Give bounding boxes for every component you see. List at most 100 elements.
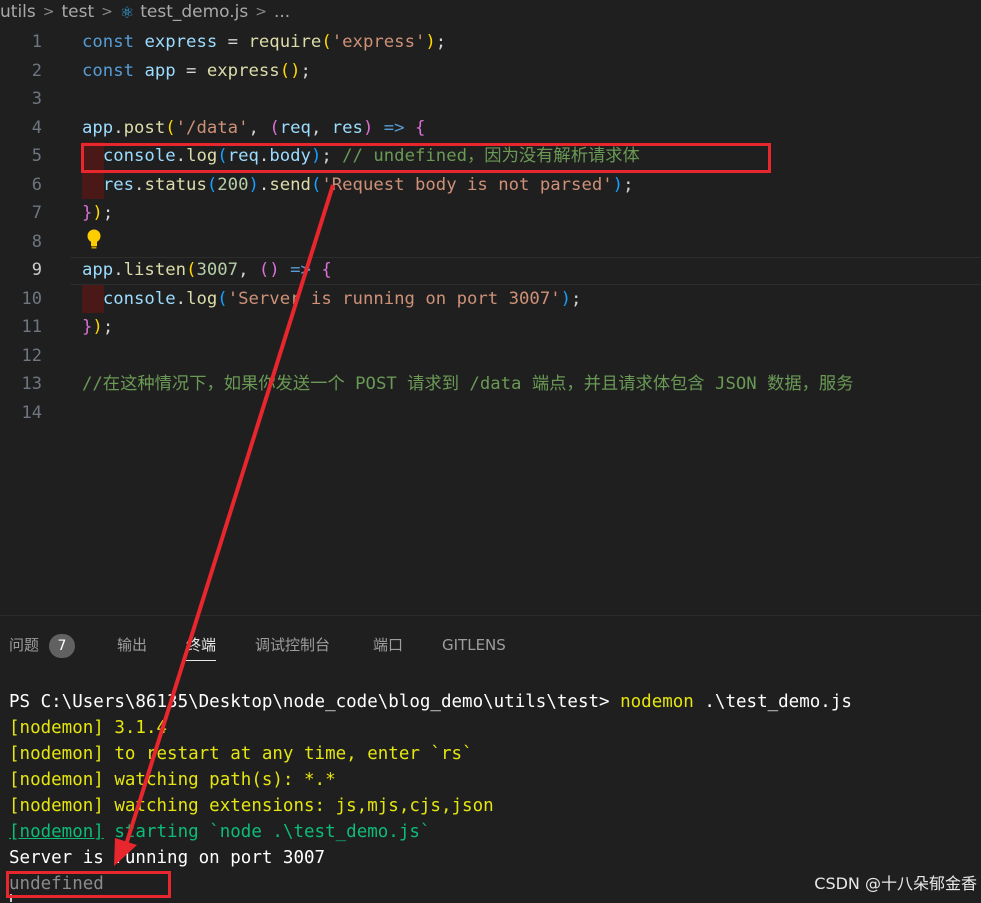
code-token: status xyxy=(144,174,207,195)
code-token: . xyxy=(258,174,270,195)
code-token: ( xyxy=(186,260,197,280)
code-token: send xyxy=(269,174,311,195)
code-text: //在这种情况下，如果你发送一个 POST 请求到 /data 端点，并且请求体… xyxy=(82,370,854,399)
code-line[interactable]: 3 xyxy=(0,85,981,114)
code-token: ( xyxy=(269,117,280,138)
code-token: , xyxy=(310,117,332,138)
code-token: ( xyxy=(165,117,176,138)
tab-ports[interactable]: 端口 xyxy=(373,630,403,660)
code-line[interactable]: 6 res.status(200).send('Request body is … xyxy=(0,170,981,199)
tab-debug-console[interactable]: 调试控制台 xyxy=(255,630,330,660)
code-line[interactable]: 9 app.listen(3007, () => { xyxy=(0,256,981,285)
code-line[interactable]: 2 const app = express(); xyxy=(0,57,981,86)
tab-terminal[interactable]: 终端 xyxy=(186,630,217,661)
code-token: } xyxy=(82,317,93,337)
terminal-output[interactable]: PS C:\Users\86135\Desktop\node_code\blog… xyxy=(9,689,852,897)
tab-output[interactable]: 输出 xyxy=(117,630,147,660)
code-token: () xyxy=(258,260,280,280)
code-token: ; xyxy=(623,174,634,195)
terminal-text: .\test_demo.js xyxy=(693,692,852,712)
code-token: post xyxy=(123,117,166,138)
code-line[interactable]: 10 console.log('Server is running on por… xyxy=(0,284,981,314)
code-token: = xyxy=(175,60,207,81)
line-number: 1 xyxy=(31,32,42,52)
breadcrumb-item-file[interactable]: test_demo.js xyxy=(140,2,248,22)
line-number: 4 xyxy=(31,117,42,138)
breadcrumb-item-more[interactable]: ... xyxy=(274,2,290,22)
lightbulb-icon[interactable] xyxy=(85,228,103,250)
watermark: CSDN @十八朵郁金香 xyxy=(814,874,977,893)
line-number: 12 xyxy=(21,345,42,366)
code-token: '/data' xyxy=(175,117,249,138)
breadcrumb: utils > test > ⚛ test_demo.js > ... xyxy=(0,0,981,24)
terminal-text: Server is running on port 3007 xyxy=(9,848,326,868)
code-token: . xyxy=(113,117,124,138)
problems-count-badge: 7 xyxy=(49,633,76,658)
code-token: 'Server is running on port 3007' xyxy=(227,288,561,309)
line-number: 13 xyxy=(21,374,42,394)
code-token: const xyxy=(82,60,135,81)
code-text: }); xyxy=(82,313,113,342)
terminal-text: [nodemon] watching extensions: js,mjs,cj… xyxy=(9,796,494,816)
code-text: console.log('Server is running on port 3… xyxy=(82,285,582,314)
code-editor[interactable]: 1 const express = require('express'); 2 con… xyxy=(0,28,981,427)
code-text: const app = express(); xyxy=(82,57,311,86)
line-number: 8 xyxy=(31,231,42,252)
tab-gitlens-label: GITLENS xyxy=(442,636,506,654)
terminal-text: PS C:\Users\86135\Desktop\node_code\blog… xyxy=(9,692,621,712)
terminal-text: [nodemon] xyxy=(9,822,104,842)
terminal-text: starting `node .\test_demo.js` xyxy=(103,822,431,842)
annotation-box-code xyxy=(81,143,771,173)
tab-gitlens[interactable]: GITLENS xyxy=(442,630,506,660)
bottom-panel: 问题 7 输出 终端 调试控制台 端口 GITLENS PS C:\Users\8… xyxy=(0,615,981,903)
line-number: 11 xyxy=(21,317,42,337)
tab-output-label: 输出 xyxy=(117,636,148,654)
code-token: ) xyxy=(92,203,103,223)
code-token: app xyxy=(82,117,114,138)
code-token: ) xyxy=(425,32,436,52)
code-token: () xyxy=(279,60,301,81)
code-token: => xyxy=(290,260,311,280)
code-token: app xyxy=(144,60,176,81)
line-number: 5 xyxy=(31,146,42,166)
code-line[interactable]: 4 app.post('/data', (req, res) => { xyxy=(0,114,981,143)
code-line[interactable]: 13 //在这种情况下，如果你发送一个 POST 请求到 /data 端点，并且请… xyxy=(0,370,981,399)
breadcrumb-item-test[interactable]: test xyxy=(61,2,94,22)
tab-problems-label: 问题 xyxy=(9,636,40,654)
code-line[interactable]: 14 xyxy=(0,399,981,428)
code-token: ; xyxy=(300,60,311,81)
code-token: ; xyxy=(102,203,114,223)
panel-tabs: 问题 7 输出 终端 调试控制台 端口 GITLENS xyxy=(0,630,981,661)
code-token: ) xyxy=(248,174,259,195)
code-token: . xyxy=(113,260,124,280)
breadcrumb-item-utils[interactable]: utils xyxy=(0,2,36,22)
terminal-text: nodemon xyxy=(620,692,694,712)
code-line[interactable]: 11}); xyxy=(0,313,981,342)
chevron-right-icon: > xyxy=(101,4,113,20)
code-line[interactable]: 1 const express = require('express'); xyxy=(0,28,981,57)
code-token: ( xyxy=(206,174,218,195)
code-token: => xyxy=(383,117,405,138)
code-token: ) xyxy=(362,117,374,138)
code-token: express xyxy=(206,60,280,81)
code-line[interactable]: 7}); xyxy=(0,199,981,228)
code-token: ( xyxy=(217,288,228,309)
terminal-line: [nodemon] watching path(s): *.* xyxy=(9,767,852,793)
annotation-box-output xyxy=(6,871,171,898)
code-line[interactable]: 12 xyxy=(0,342,981,371)
code-text: const express = require('express'); xyxy=(82,28,446,57)
code-token: 200 xyxy=(217,174,249,195)
code-token: , xyxy=(238,260,259,280)
code-token: listen xyxy=(123,260,187,280)
tab-problems[interactable]: 问题 7 xyxy=(9,630,76,660)
tab-debug-console-label: 调试控制台 xyxy=(255,636,331,654)
code-line[interactable]: 8 xyxy=(0,228,981,257)
terminal-line: [nodemon] 3.1.4 xyxy=(9,715,852,741)
